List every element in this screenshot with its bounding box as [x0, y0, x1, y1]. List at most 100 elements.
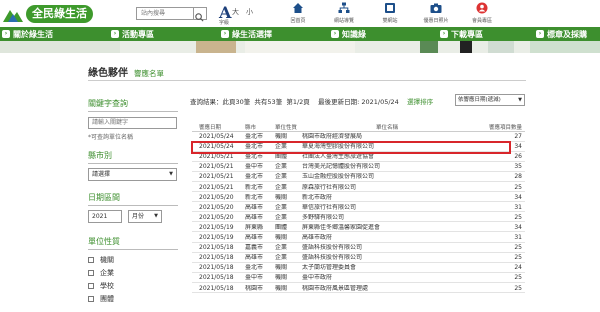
- cell-date: 2021/05/21: [199, 153, 234, 161]
- site-logo[interactable]: 全民綠生活: [2, 2, 120, 25]
- chevron-down-icon: ▼: [169, 171, 173, 177]
- page-title-text: 綠色夥伴: [88, 68, 128, 79]
- year-select-value: 2021: [92, 213, 108, 220]
- cell-count: 28: [514, 173, 522, 181]
- nav-green-choice-label: 綠生活選擇: [232, 29, 272, 39]
- table-row: 2021/05/18 臺中市 機關 臺中市政府 25: [192, 274, 525, 283]
- checkbox[interactable]: [88, 270, 94, 276]
- camera-icon: [430, 3, 442, 13]
- photo-link[interactable]: 優惠日照片: [416, 2, 456, 24]
- chevron-icon: ›: [536, 30, 544, 38]
- cell-name[interactable]: 社團法人臺灣生態旅遊協會: [302, 153, 472, 161]
- cell-count: 35: [514, 163, 522, 171]
- table-row: 2021/05/18 臺北市 機關 太子蘭坊管理委員會 24: [192, 264, 525, 273]
- cell-count: 31: [514, 203, 522, 211]
- cell-type: 機關: [275, 274, 288, 282]
- font-small-button[interactable]: 小: [246, 7, 253, 17]
- cell-count: 25: [514, 244, 522, 252]
- chevron-icon: ›: [221, 30, 229, 38]
- cell-name[interactable]: 高雄市政府: [302, 234, 472, 242]
- cell-date: 2021/05/18: [199, 254, 234, 262]
- sitemap-icon: [338, 2, 350, 13]
- nav-about[interactable]: › 關於綠生活: [2, 27, 53, 41]
- cell-name[interactable]: 多野驛有限公司: [302, 214, 472, 222]
- cell-name[interactable]: 玉山金融控股股份有限公司: [302, 173, 472, 181]
- cell-type: 機關: [275, 284, 288, 292]
- cell-type: 企業: [275, 213, 288, 221]
- logo-mountain-icon: [3, 9, 23, 22]
- home-label: 回首頁: [290, 18, 306, 24]
- nav-label-procurement-label: 標章及採購: [547, 29, 587, 39]
- cell-name[interactable]: 桃園市政府經濟發展局: [302, 133, 472, 141]
- unit-checkbox-group[interactable]: 團體: [88, 294, 114, 304]
- col-city: 縣市: [245, 125, 257, 131]
- chevron-icon: ›: [111, 30, 119, 38]
- chevron-icon: ›: [331, 30, 339, 38]
- cell-city: 臺北市: [245, 264, 264, 272]
- home-link[interactable]: 回首頁: [278, 2, 318, 24]
- unit-checkbox-enterprise[interactable]: 企業: [88, 268, 114, 278]
- table-row: 2021/05/21 新北市 企業 原森旅行社有限公司 25: [192, 183, 525, 192]
- cell-name[interactable]: 新北市政府: [302, 194, 472, 202]
- cell-name[interactable]: 原森旅行社有限公司: [302, 184, 472, 192]
- unit-checkbox-school[interactable]: 學校: [88, 281, 114, 291]
- page-title: 綠色夥伴 響應名單: [88, 64, 164, 79]
- divider: [88, 163, 178, 164]
- cell-name[interactable]: 台灣美光記憶體股份有限公司: [302, 163, 472, 171]
- nav-download[interactable]: › 下載專區: [440, 27, 483, 41]
- dual-site-link[interactable]: 雙網站: [370, 2, 410, 24]
- cell-date: 2021/05/21: [199, 173, 234, 181]
- nav-events[interactable]: › 活動專區: [111, 27, 154, 41]
- member-link[interactable]: 會員專區: [462, 2, 502, 24]
- cell-type: 企業: [275, 203, 288, 211]
- cell-name[interactable]: 臺中市政府: [302, 274, 472, 282]
- sort-select[interactable]: 依響應日期(遞減) ▼: [455, 94, 525, 106]
- cell-city: 臺北市: [245, 133, 264, 140]
- keyword-input[interactable]: 請輸入關鍵字: [88, 117, 177, 129]
- checkbox[interactable]: [88, 296, 94, 302]
- font-large-button[interactable]: 大: [232, 7, 239, 17]
- cell-city: 臺中市: [245, 274, 264, 282]
- table-row: 2021/05/20 高雄市 企業 華信旅行社有限公司 31: [192, 204, 525, 213]
- checkbox[interactable]: [88, 283, 94, 289]
- chevron-down-icon: ▼: [518, 97, 522, 103]
- nav-knowledge[interactable]: › 知識綠: [331, 27, 366, 41]
- cell-type: 機關: [275, 264, 288, 272]
- year-select[interactable]: 2021: [88, 210, 122, 223]
- cell-name[interactable]: 盛語科技股份有限公司: [302, 254, 472, 262]
- cell-city: 高雄市: [245, 213, 264, 221]
- unit-label: 學校: [100, 282, 114, 290]
- cell-name[interactable]: 盛語科技股份有限公司: [302, 244, 472, 252]
- cell-count: 27: [514, 133, 522, 140]
- cell-city: 臺中市: [245, 163, 264, 171]
- unit-checkbox-agency[interactable]: 機關: [88, 255, 114, 265]
- cell-count: 25: [514, 183, 522, 191]
- divider: [88, 111, 178, 112]
- cell-name[interactable]: 華信旅行社有限公司: [302, 204, 472, 212]
- city-select[interactable]: 請選擇 ▼: [88, 168, 177, 181]
- sitemap-link[interactable]: 網站導覽: [324, 2, 364, 24]
- table-row: 2021/05/19 高雄市 機關 高雄市政府 31: [192, 234, 525, 243]
- nav-green-choice[interactable]: › 綠生活選擇: [221, 27, 272, 41]
- banner-image: [0, 41, 600, 53]
- cell-city: 新北市: [245, 193, 264, 201]
- keyword-heading: 關鍵字查詢: [88, 99, 128, 108]
- nav-label-procurement[interactable]: › 標章及採購: [536, 27, 587, 41]
- chevron-icon: ›: [440, 30, 448, 38]
- checkbox[interactable]: [88, 257, 94, 263]
- cell-name[interactable]: 桃園市政府風景區管理處: [302, 285, 472, 293]
- cell-name[interactable]: 太子蘭坊管理委員會: [302, 264, 472, 272]
- divider: [88, 205, 178, 206]
- month-select[interactable]: 月份 ▼: [128, 210, 162, 223]
- font-size-caption: 字級: [219, 20, 230, 26]
- summary-total: 共有53筆: [254, 98, 283, 106]
- cell-name[interactable]: 屏東縣佳冬鄉溫馨家園促進會: [302, 224, 472, 232]
- sort-label: 選擇排序: [407, 98, 434, 106]
- table-row: 2021/05/20 新北市 機關 新北市政府 34: [192, 194, 525, 203]
- cell-type: 機關: [275, 234, 288, 241]
- site-search-input[interactable]: 站內搜尋: [136, 7, 194, 20]
- divider: [88, 249, 178, 250]
- highlight-box: [191, 141, 511, 154]
- cell-city: 嘉義市: [245, 244, 264, 252]
- search-button[interactable]: [194, 7, 207, 22]
